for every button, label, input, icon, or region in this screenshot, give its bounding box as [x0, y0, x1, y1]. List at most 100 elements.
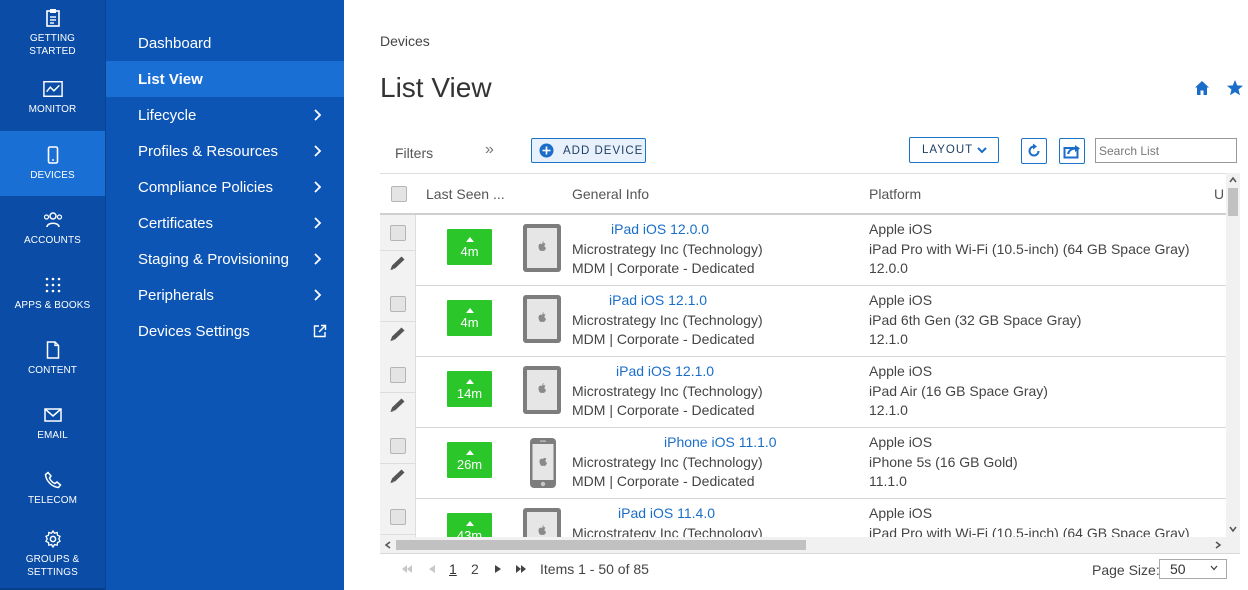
scroll-right-icon[interactable]: [1214, 541, 1222, 549]
platform-os: Apple iOS: [869, 292, 933, 308]
prev-page-icon[interactable]: [428, 565, 436, 573]
first-page-icon[interactable]: [401, 565, 413, 573]
page-size-select[interactable]: 50: [1159, 559, 1227, 579]
row-select-divider: [380, 463, 416, 464]
rail-item-monitor[interactable]: MONITOR: [0, 65, 105, 130]
subnav-item-profiles-resources[interactable]: Profiles & Resources: [106, 133, 344, 169]
rail-item-groups-settings[interactable]: GROUPS & SETTINGS: [0, 521, 105, 586]
clipboard-icon: [43, 8, 63, 28]
rail-item-content[interactable]: CONTENT: [0, 326, 105, 391]
chevron-right-icon: [314, 181, 322, 193]
row-checkbox[interactable]: [390, 296, 406, 312]
document-icon: [43, 340, 63, 360]
subnav-item-list-view[interactable]: List View: [106, 61, 344, 97]
ipad-icon: [522, 294, 562, 349]
export-button[interactable]: [1059, 138, 1085, 164]
rail-item-label: GETTING STARTED: [29, 32, 76, 57]
device-name-link[interactable]: iPad iOS 12.1.0: [616, 363, 714, 379]
filters-label[interactable]: Filters: [395, 145, 433, 161]
last-seen-value: 4m: [460, 243, 479, 259]
subnav-item-dashboard[interactable]: Dashboard: [106, 25, 344, 61]
device-grid: Last Seen ... General Info Platform U 4m…: [380, 173, 1226, 553]
subnav-item-certificates[interactable]: Certificates: [106, 205, 344, 241]
last-seen-badge: 4m: [447, 300, 492, 336]
main-content: Devices List View Filters » ADD DEVICE L…: [344, 0, 1248, 590]
breadcrumb[interactable]: Devices: [380, 33, 430, 49]
platform-model: iPad Air (16 GB Space Gray): [869, 383, 1048, 399]
page-size-label: Page Size:: [1092, 562, 1160, 578]
row-select-divider: [380, 534, 416, 535]
rail-item-getting-started[interactable]: GETTING STARTED: [0, 0, 105, 65]
search-input[interactable]: [1095, 138, 1237, 163]
table-row[interactable]: 4m iPad iOS 12.0.0 Microstrategy Inc (Tech…: [380, 215, 1226, 286]
horizontal-scrollbar[interactable]: [380, 537, 1240, 553]
pencil-icon[interactable]: [389, 397, 407, 413]
column-platform[interactable]: Platform: [869, 186, 921, 202]
subnav-item-lifecycle[interactable]: Lifecycle: [106, 97, 344, 133]
device-name-link[interactable]: iPad iOS 12.1.0: [609, 292, 707, 308]
vertical-scrollbar[interactable]: [1226, 173, 1240, 537]
next-page-icon[interactable]: [494, 565, 502, 573]
rail-item-telecom[interactable]: TELECOM: [0, 456, 105, 521]
pencil-icon[interactable]: [389, 468, 407, 484]
vertical-scroll-thumb[interactable]: [1228, 188, 1238, 216]
chevron-down-icon: [1210, 565, 1218, 571]
rail-item-label: DEVICES: [30, 170, 75, 181]
column-user[interactable]: U: [1214, 186, 1224, 202]
table-row[interactable]: 4m iPad iOS 12.1.0 Microstrategy Inc (Tech…: [380, 286, 1226, 357]
last-page-icon[interactable]: [515, 565, 527, 573]
row-checkbox[interactable]: [390, 438, 406, 454]
device-organization: Microstrategy Inc (Technology): [572, 383, 763, 399]
external-link-icon: [313, 324, 327, 338]
rail-item-email[interactable]: EMAIL: [0, 391, 105, 456]
row-checkbox[interactable]: [390, 225, 406, 241]
last-seen-value: 4m: [460, 314, 479, 330]
column-last-seen[interactable]: Last Seen ...: [426, 186, 505, 202]
subnav-item-staging-provisioning[interactable]: Staging & Provisioning: [106, 241, 344, 277]
layout-label: LAYOUT: [922, 144, 974, 156]
row-checkbox[interactable]: [390, 367, 406, 383]
rail-item-apps-books[interactable]: APPS & BOOKS: [0, 261, 105, 326]
users-icon: [43, 210, 63, 230]
rail-item-devices[interactable]: DEVICES: [0, 131, 105, 196]
expand-filters-icon[interactable]: »: [485, 141, 494, 159]
pencil-icon[interactable]: [389, 326, 407, 342]
device-name-link[interactable]: iPad iOS 11.4.0: [618, 505, 715, 521]
telephone-icon: [43, 470, 63, 490]
subnav-item-devices-settings[interactable]: Devices Settings: [106, 313, 344, 349]
device-name-link[interactable]: iPad iOS 12.0.0: [611, 221, 709, 237]
layout-dropdown[interactable]: LAYOUT: [909, 137, 999, 163]
scroll-up-icon[interactable]: [1229, 176, 1237, 184]
page-size-value: 50: [1170, 561, 1186, 577]
rail-item-accounts[interactable]: ACCOUNTS: [0, 196, 105, 261]
table-row[interactable]: 14m iPad iOS 12.1.0 Microstrategy Inc (Tec…: [380, 357, 1226, 428]
select-all-checkbox[interactable]: [391, 186, 407, 202]
row-select-cell: [380, 215, 416, 286]
column-general-info[interactable]: General Info: [572, 186, 649, 202]
scroll-down-icon[interactable]: [1229, 525, 1237, 533]
last-seen-badge: 14m: [447, 371, 492, 407]
subnav-item-compliance-policies[interactable]: Compliance Policies: [106, 169, 344, 205]
page-1-link[interactable]: 1: [449, 561, 457, 577]
platform-os: Apple iOS: [869, 363, 933, 379]
device-enrollment-mode: MDM | Corporate - Dedicated: [572, 473, 755, 489]
platform-version: 12.1.0: [869, 402, 908, 418]
add-device-button[interactable]: ADD DEVICE: [531, 138, 646, 163]
refresh-button[interactable]: [1021, 138, 1047, 164]
home-icon[interactable]: [1194, 80, 1210, 96]
page-2-link[interactable]: 2: [471, 561, 479, 577]
row-select-cell: [380, 357, 416, 428]
scroll-left-icon[interactable]: [384, 541, 392, 549]
platform-model: iPad 6th Gen (32 GB Space Gray): [869, 312, 1082, 328]
device-name-link[interactable]: iPhone iOS 11.1.0: [664, 434, 777, 450]
horizontal-scroll-thumb[interactable]: [396, 540, 806, 550]
pencil-icon[interactable]: [389, 255, 407, 271]
devices-subnav: Dashboard List View Lifecycle Profiles & Re…: [105, 0, 344, 590]
table-row[interactable]: 26m iPhone iOS 11.1.0 Microstrategy Inc (T…: [380, 428, 1226, 499]
page-title: List View: [380, 72, 492, 103]
row-checkbox[interactable]: [390, 509, 406, 525]
star-icon[interactable]: [1226, 79, 1244, 97]
rail-item-label: MONITOR: [28, 104, 77, 115]
subnav-item-peripherals[interactable]: Peripherals: [106, 277, 344, 313]
arrow-up-icon: [465, 449, 474, 455]
